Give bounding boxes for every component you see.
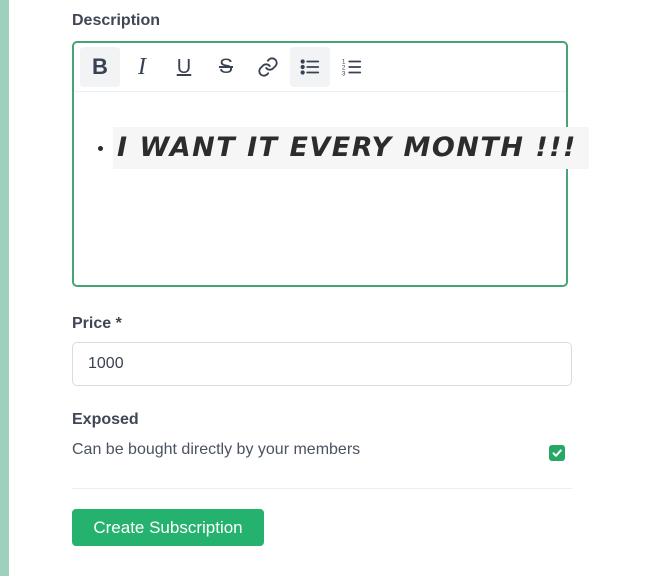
editor-toolbar: B I U S 1 2 3 <box>74 43 566 92</box>
form-divider <box>72 488 572 489</box>
strikethrough-icon: S <box>218 55 233 78</box>
exposed-label: Exposed <box>72 411 139 428</box>
description-editor[interactable]: B I U S 1 2 3 I WANT IT EVERY MONTH !!! <box>72 41 589 287</box>
bold-button[interactable]: B <box>80 47 120 87</box>
list-bullet <box>98 145 103 151</box>
italic-icon: I <box>138 53 146 80</box>
italic-button[interactable]: I <box>122 47 162 87</box>
price-label: Price * <box>72 315 122 332</box>
list-item: I WANT IT EVERY MONTH !!! <box>113 127 589 169</box>
create-subscription-button[interactable]: Create Subscription <box>72 509 264 546</box>
bullet-list-icon <box>300 59 320 75</box>
bold-icon: B <box>92 54 108 79</box>
underline-button[interactable]: U <box>164 47 204 87</box>
editor-content[interactable]: I WANT IT EVERY MONTH !!! <box>98 127 589 169</box>
exposed-checkbox[interactable] <box>549 445 565 461</box>
svg-text:3: 3 <box>342 70 346 77</box>
link-button[interactable] <box>248 47 288 87</box>
description-label: Description <box>72 12 161 29</box>
left-edge-strip <box>0 0 9 576</box>
exposed-description: Can be bought directly by your members <box>72 441 361 458</box>
link-icon <box>258 57 278 77</box>
underline-icon: U <box>176 55 192 78</box>
ordered-list-button[interactable]: 1 2 3 <box>332 47 372 87</box>
price-input[interactable] <box>72 342 572 386</box>
strikethrough-button[interactable]: S <box>206 47 246 87</box>
check-icon <box>552 449 562 457</box>
ordered-list-icon: 1 2 3 <box>342 58 362 77</box>
bullet-list-button[interactable] <box>290 47 330 87</box>
